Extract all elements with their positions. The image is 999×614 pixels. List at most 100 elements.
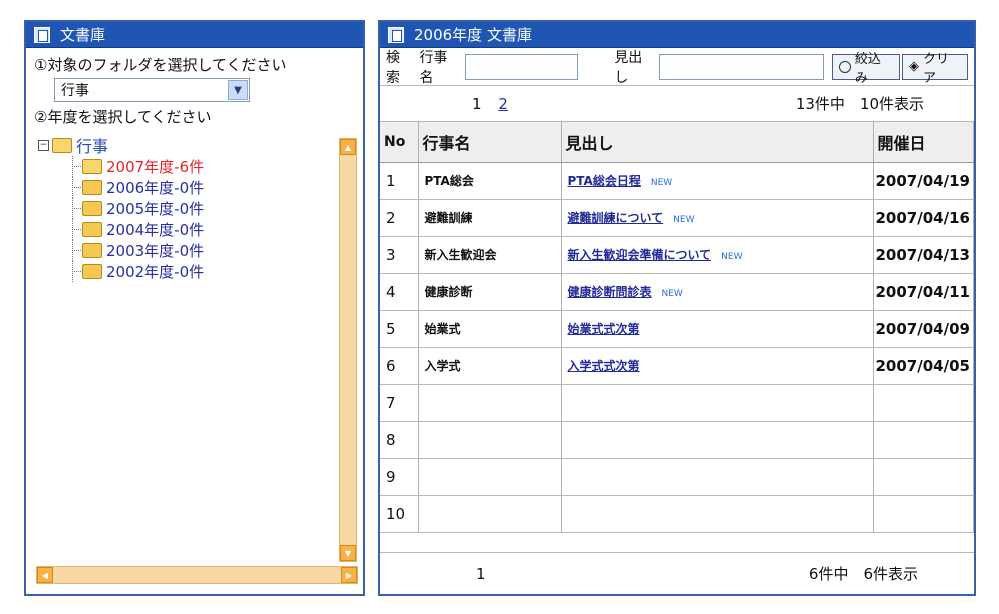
row-no: 2 [380, 199, 419, 237]
clear-button[interactable]: ◈ クリア [902, 52, 968, 86]
row-heading-cell [561, 384, 874, 422]
event-name-label: 行事名 [419, 49, 448, 86]
document-icon [34, 26, 50, 43]
row-no: 7 [380, 384, 419, 422]
row-heading-cell: 入学式式次第 [561, 347, 874, 385]
vertical-scrollbar[interactable]: ▲ ▼ [339, 138, 357, 562]
scroll-right-icon[interactable]: ▶ [341, 567, 357, 583]
library-titlebar: 文書庫 [26, 22, 363, 48]
row-heading-cell: 健康診断問診表 NEW [561, 273, 874, 311]
row-no: 5 [380, 310, 419, 348]
col-date: 開催日 [873, 122, 974, 163]
row-event: 健康診断 [418, 273, 562, 311]
row-no: 8 [380, 421, 419, 459]
row-event: 避難訓練 [418, 199, 562, 237]
row-event [418, 384, 562, 422]
table-row: 9 [380, 458, 974, 496]
row-heading-cell: 始業式式次第 [561, 310, 874, 348]
folder-icon [82, 201, 102, 216]
row-event [418, 458, 562, 496]
folder-icon [82, 264, 102, 279]
row-event: PTA総会 [418, 162, 562, 200]
folder-open-icon [82, 159, 102, 174]
tree-item-label: 2002年度-0件 [106, 263, 205, 281]
table-row: 10 [380, 495, 974, 533]
event-name-input[interactable] [464, 53, 579, 80]
table-row: 6 入学式 入学式式次第 2007/04/05 [380, 347, 974, 385]
heading-label: 見出し [614, 49, 643, 86]
row-heading-link[interactable]: 健康診断問診表 [568, 285, 652, 299]
document-icon [388, 26, 404, 43]
row-no: 9 [380, 458, 419, 496]
row-date: 2007/04/13 [873, 236, 974, 274]
table-header: No 行事名 見出し 開催日 [380, 122, 974, 163]
table-row: 8 [380, 421, 974, 459]
new-badge: NEW [673, 215, 695, 225]
top-pager: 1 2 13件中 10件表示 [380, 86, 974, 122]
page-2-link[interactable]: 2 [498, 95, 508, 113]
horizontal-scrollbar[interactable]: ◀ ▶ [36, 566, 358, 584]
tree-item-label: 2007年度-6件 [106, 158, 205, 176]
tree-item-2007[interactable]: 2007年度-6件 [38, 156, 354, 177]
year-tree: − 行事 2007年度-6件 2006年度-0件 2005年度-0件 2004年… [38, 134, 354, 564]
filter-button-label: 絞込み [854, 51, 881, 86]
tree-item-label: 2004年度-0件 [106, 221, 205, 239]
tree-item-label: 2003年度-0件 [106, 242, 205, 260]
row-heading-cell [561, 421, 874, 459]
row-heading-cell [561, 495, 874, 533]
tree-item-2003[interactable]: 2003年度-0件 [38, 240, 354, 261]
filter-button[interactable]: 絞込み [832, 52, 901, 86]
tree-root-label: 行事 [76, 137, 109, 156]
row-date [873, 458, 974, 496]
list-title: 2006年度 文書庫 [414, 26, 532, 44]
row-heading-cell: 新入生歓迎会準備について NEW [561, 236, 874, 274]
tree-item-label: 2006年度-0件 [106, 179, 205, 197]
chevron-down-icon[interactable]: ▼ [228, 80, 248, 100]
col-no: No [380, 122, 419, 163]
page-links: 1 2 [472, 95, 508, 113]
row-heading-link[interactable]: PTA総会日程 [568, 174, 641, 188]
tree-item-2005[interactable]: 2005年度-0件 [38, 198, 354, 219]
heading-input[interactable] [659, 53, 825, 80]
footer-page: 1 [476, 564, 486, 583]
row-heading-link[interactable]: 始業式式次第 [568, 322, 640, 336]
tree-item-label: 2005年度-0件 [106, 200, 205, 218]
row-no: 10 [380, 495, 419, 533]
new-badge: NEW [661, 289, 683, 299]
row-event [418, 421, 562, 459]
row-heading-cell: PTA総会日程 NEW [561, 162, 874, 200]
folder-select[interactable]: 行事 ▼ [54, 78, 250, 102]
library-title: 文書庫 [60, 26, 106, 44]
table-row: 4 健康診断 健康診断問診表 NEW 2007/04/11 [380, 273, 974, 311]
row-heading-link[interactable]: 入学式式次第 [568, 359, 640, 373]
table-row: 3 新入生歓迎会 新入生歓迎会準備について NEW 2007/04/13 [380, 236, 974, 274]
tree-root[interactable]: − 行事 [38, 134, 354, 156]
row-no: 6 [380, 347, 419, 385]
row-event: 始業式 [418, 310, 562, 348]
row-heading-link[interactable]: 避難訓練について [568, 211, 664, 225]
table-row: 5 始業式 始業式式次第 2007/04/09 [380, 310, 974, 348]
row-heading-cell: 避難訓練について NEW [561, 199, 874, 237]
scroll-left-icon[interactable]: ◀ [37, 567, 53, 583]
list-titlebar: 2006年度 文書庫 [380, 22, 974, 48]
row-event: 新入生歓迎会 [418, 236, 562, 274]
step1-label: ①対象のフォルダを選択してください [34, 56, 287, 74]
scroll-down-icon[interactable]: ▼ [340, 545, 356, 561]
row-no: 3 [380, 236, 419, 274]
row-no: 1 [380, 162, 419, 200]
folder-icon [82, 222, 102, 237]
tree-item-2004[interactable]: 2004年度-0件 [38, 219, 354, 240]
collapse-icon[interactable]: − [38, 139, 49, 151]
new-badge: NEW [721, 252, 743, 262]
scroll-up-icon[interactable]: ▲ [340, 139, 356, 155]
row-date [873, 384, 974, 422]
eraser-icon: ◈ [909, 59, 920, 74]
search-bar: 検索 行事名 見出し 絞込み ◈ クリア [380, 48, 974, 86]
row-heading-link[interactable]: 新入生歓迎会準備について [568, 248, 712, 262]
step2-label: ②年度を選択してください [34, 108, 212, 126]
search-label: 検索 [386, 49, 400, 86]
tree-item-2006[interactable]: 2006年度-0件 [38, 177, 354, 198]
col-heading: 見出し [561, 122, 874, 163]
tree-item-2002[interactable]: 2002年度-0件 [38, 261, 354, 282]
row-date: 2007/04/09 [873, 310, 974, 348]
